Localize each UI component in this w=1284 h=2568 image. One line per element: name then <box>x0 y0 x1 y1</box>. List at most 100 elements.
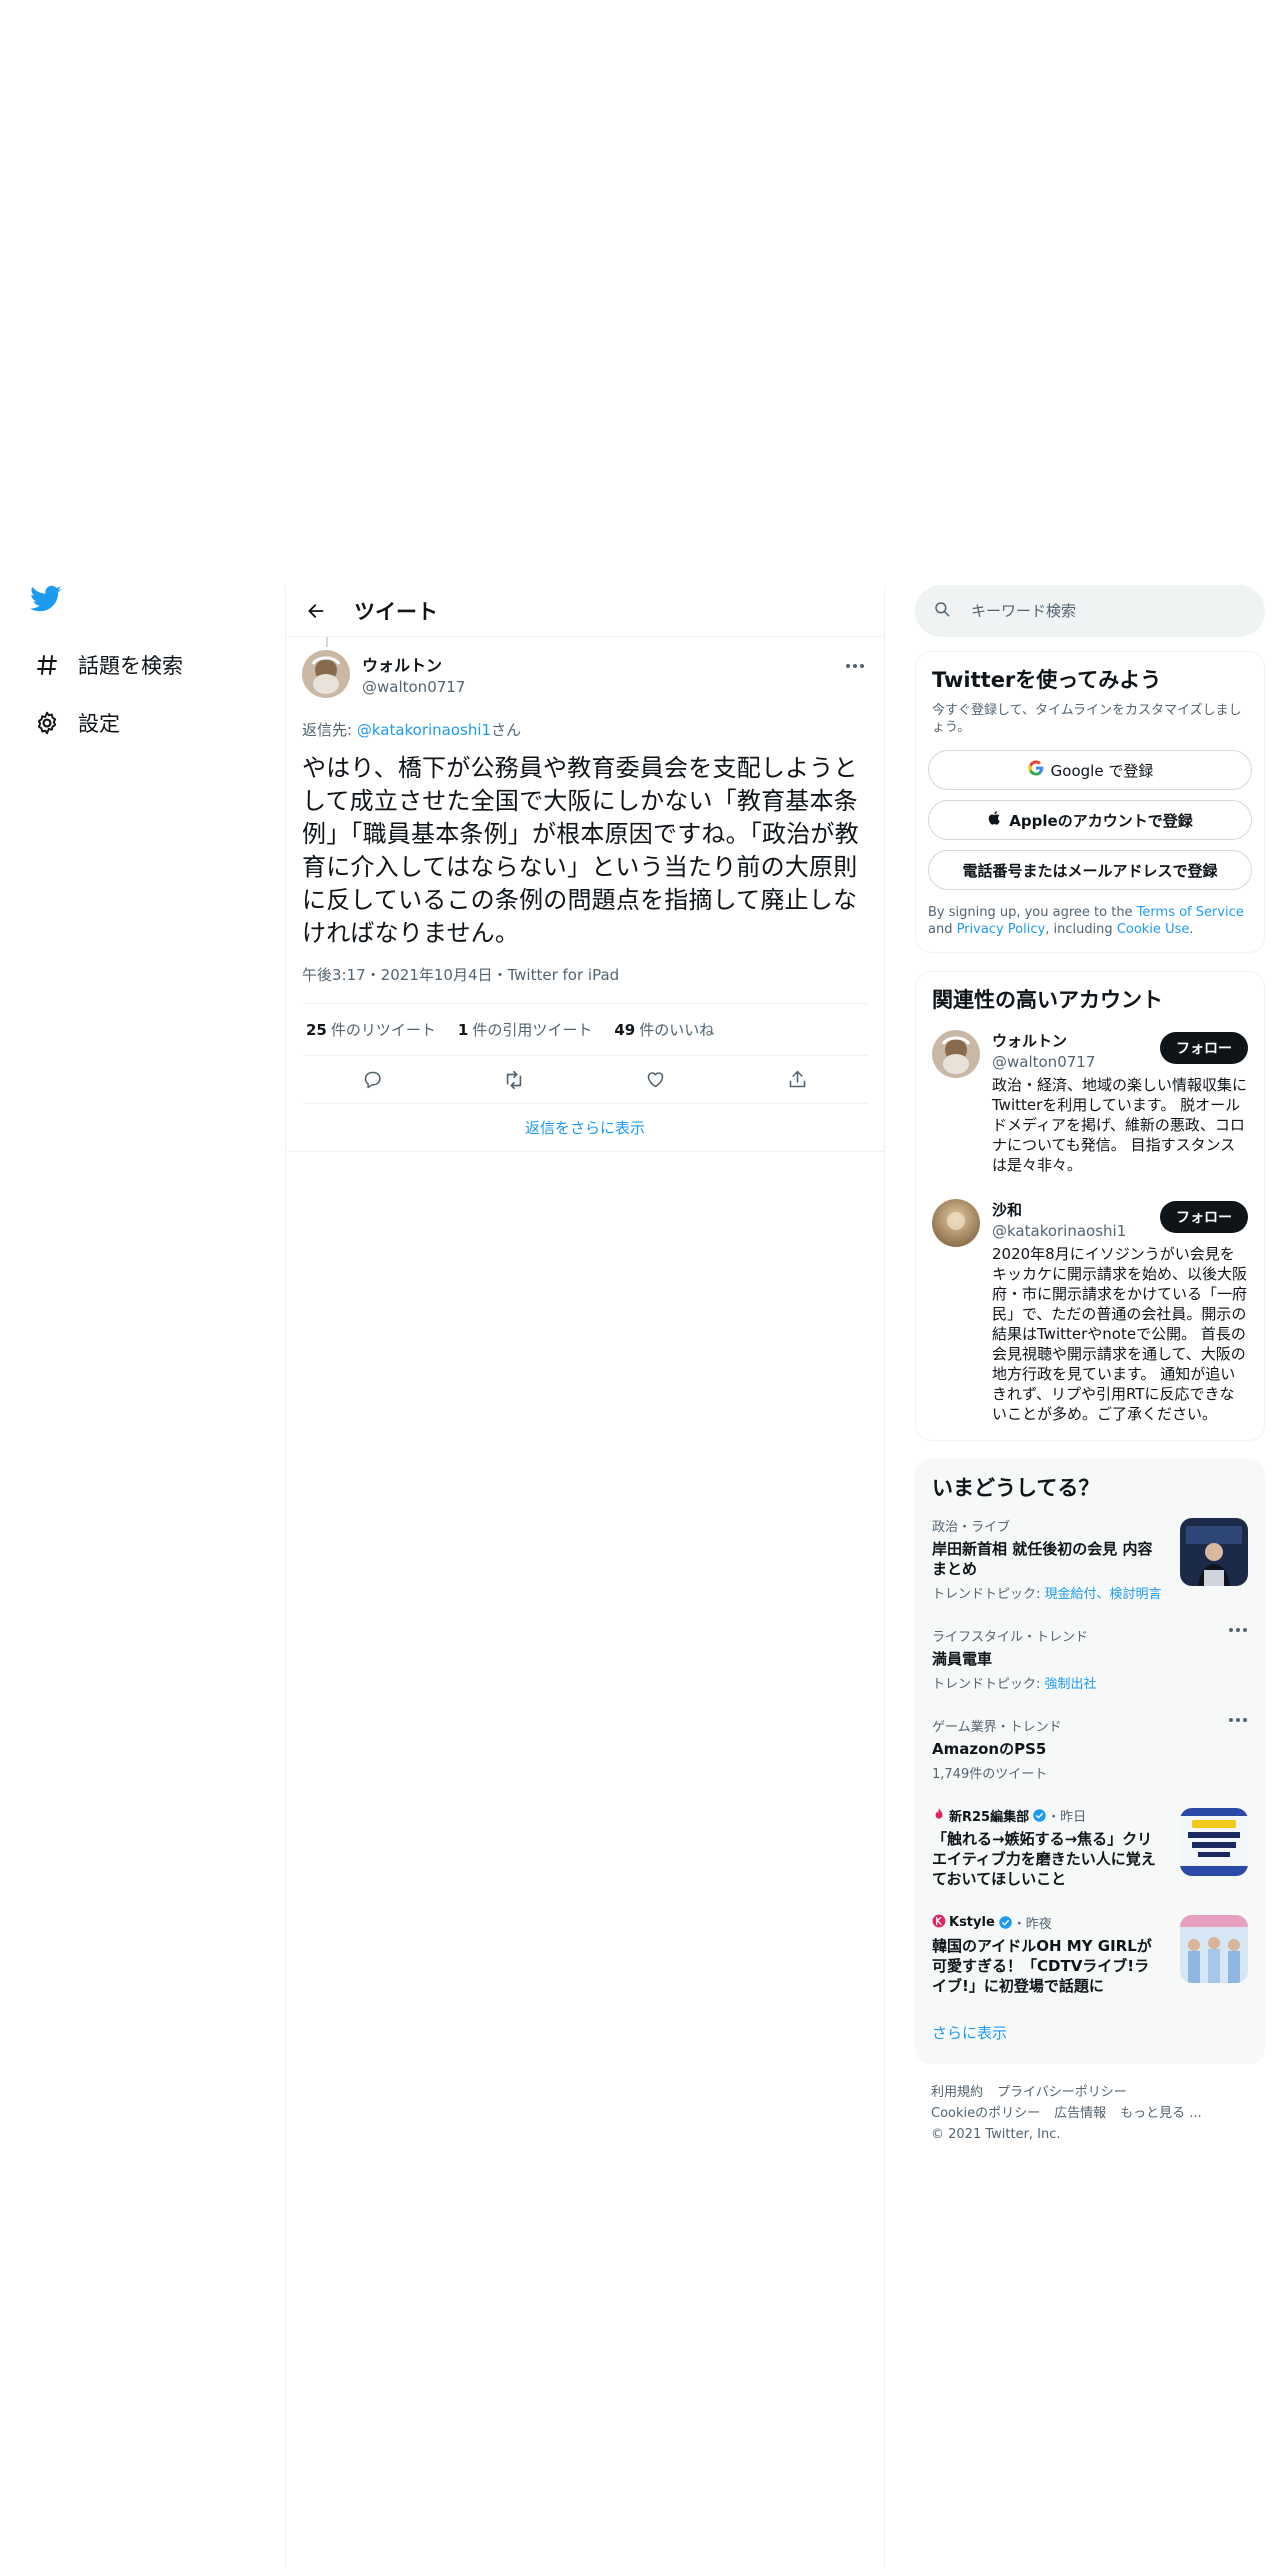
nav-item-settings[interactable]: 設定 <box>30 703 120 743</box>
nav-item-explore[interactable]: 話題を検索 <box>30 645 183 685</box>
trend-more-icon[interactable] <box>1227 1718 1248 1722</box>
google-icon <box>1027 759 1045 781</box>
trend-topics: トレンドトピック: 強制出社 <box>932 1673 1248 1692</box>
r25-logo-icon <box>932 1807 946 1825</box>
avatar[interactable] <box>302 650 350 698</box>
phone-email-signup-button[interactable]: 電話番号またはメールアドレスで登録 <box>928 850 1252 890</box>
apple-signup-label: Appleのアカウントで登録 <box>1009 811 1193 830</box>
tweet-actions <box>302 1056 868 1104</box>
trend-topic-link[interactable]: 現金給付、検討明言 <box>1045 1587 1162 1602</box>
author-handle[interactable]: @walton0717 <box>362 678 465 696</box>
trend-tweet-count: 1,749件のツイート <box>932 1767 1048 1782</box>
footer-more-link[interactable]: もっと見る ... <box>1120 2106 1202 2121</box>
account-item[interactable]: 沙和 @katakorinaoshi1 2020年8月にイソジンうがい会見をキッ… <box>916 1187 1264 1440</box>
related-accounts-title: 関連性の高いアカウント <box>932 988 1163 1012</box>
signup-card: Twitterを使ってみよう 今すぐ登録して、タイムラインをカスタマイズしましょ… <box>915 651 1265 953</box>
terms-text: By signing up, you agree to the <box>928 905 1137 920</box>
trend-topic-link[interactable]: 強制出社 <box>1045 1677 1097 1692</box>
news-time: ・昨日 <box>1047 1810 1087 1825</box>
trend-title: AmazonのPS5 <box>932 1740 1047 1758</box>
trend-context: ライフスタイル・トレンド <box>932 1630 1089 1645</box>
news-item[interactable]: Kstyle ・昨夜 韓国のアイドルOH MY GIRLが可愛すぎる！「CDTV… <box>916 1901 1264 2008</box>
news-thumbnail <box>1180 1808 1248 1876</box>
signup-description: 今すぐ登録して、タイムラインをカスタマイズしましょう。 <box>932 703 1242 735</box>
share-icon[interactable] <box>779 1062 815 1098</box>
quotes-count: 1 <box>457 1021 469 1039</box>
footer-terms-link[interactable]: 利用規約 <box>931 2085 983 2100</box>
tweet-text: やはり、橋下が公務員や教育委員会を支配しようとして成立させた全国で大阪にしかない… <box>302 754 859 947</box>
trend-item[interactable]: ライフスタイル・トレンド 満員電車 トレンドトピック: 強制出社 <box>916 1614 1264 1704</box>
cookie-use-link[interactable]: Cookie Use <box>1117 922 1190 937</box>
gear-icon <box>30 706 64 740</box>
verified-badge-icon <box>998 1915 1013 1930</box>
footer: 利用規約 プライバシーポリシー Cookieのポリシー 広告情報 もっと見る ... … <box>915 2064 1265 2163</box>
trend-item[interactable]: 政治・ライブ 岸田新首相 就任後初の会見 内容まとめ トレンドトピック: 現金給… <box>916 1504 1264 1614</box>
follow-button[interactable]: フォロー <box>1160 1032 1248 1064</box>
trend-more-icon[interactable] <box>1227 1628 1248 1632</box>
retweet-icon[interactable] <box>496 1062 532 1098</box>
avatar[interactable] <box>932 1199 980 1247</box>
reply-to: 返信先: @katakorinaoshi1さん <box>302 719 868 740</box>
trend-topics-prefix: トレンドトピック: <box>932 1677 1045 1692</box>
terms-text: , including <box>1045 922 1117 937</box>
retweets-count: 25 <box>306 1021 327 1039</box>
likes-stat[interactable]: 49 件のいいね <box>614 1019 714 1040</box>
signup-title: Twitterを使ってみよう <box>932 668 1162 692</box>
nav-item-label: 設定 <box>78 712 120 736</box>
terms-text: and <box>928 922 957 937</box>
search-bar[interactable] <box>915 585 1265 637</box>
author-name[interactable]: ウォルトン <box>362 652 465 676</box>
apple-icon <box>987 809 1003 831</box>
account-item[interactable]: ウォルトン @walton0717 政治・経済、地域の楽しい情報収集にTwitt… <box>916 1018 1264 1187</box>
retweets-label: 件のリツイート <box>330 1021 436 1039</box>
quotes-label: 件の引用ツイート <box>472 1021 593 1039</box>
search-icon <box>933 600 951 622</box>
news-thumbnail <box>1180 1915 1248 1983</box>
news-source-name: 新R25編集部 <box>949 1810 1030 1825</box>
page-header: ツイート <box>286 585 884 637</box>
reply-suffix: さん <box>491 721 522 739</box>
twitter-logo-icon[interactable] <box>30 585 66 621</box>
thread-line <box>326 637 328 647</box>
account-bio: 2020年8月にイソジンうがい会見をキッカケに開示請求を始め、以後大阪府・市に開… <box>992 1245 1248 1423</box>
phone-email-signup-label: 電話番号またはメールアドレスで登録 <box>962 861 1218 880</box>
trend-title: 満員電車 <box>932 1650 993 1668</box>
news-item[interactable]: 新R25編集部 ・昨日 「触れる→嫉妬する→焦る」クリエイティブ力を磨きたい人に… <box>916 1794 1264 1901</box>
retweets-stat[interactable]: 25 件のリツイート <box>306 1019 436 1040</box>
footer-cookie-link[interactable]: Cookieのポリシー <box>931 2106 1040 2121</box>
reply-handle-link[interactable]: @katakorinaoshi1 <box>357 721 491 739</box>
avatar[interactable] <box>932 1030 980 1078</box>
main-column: ツイート ウォルトン @walton0717 返信先: @katakorinao… <box>285 585 885 2568</box>
more-options-icon[interactable] <box>842 653 868 679</box>
privacy-policy-link[interactable]: Privacy Policy <box>957 922 1046 937</box>
terms-of-service-link[interactable]: Terms of Service <box>1137 905 1244 920</box>
like-heart-icon[interactable] <box>638 1062 674 1098</box>
page-title: ツイート <box>354 599 438 624</box>
trend-context: ゲーム業界・トレンド <box>932 1720 1062 1735</box>
apple-signup-button[interactable]: Appleのアカウントで登録 <box>928 800 1252 840</box>
hashtag-icon <box>30 648 64 682</box>
news-source-name: Kstyle <box>949 1915 995 1930</box>
trends-title: いまどうしてる？ <box>932 1476 1100 1500</box>
follow-button[interactable]: フォロー <box>1160 1201 1248 1233</box>
trends-show-more-link[interactable]: さらに表示 <box>916 2008 1264 2063</box>
trend-thumbnail <box>1180 1518 1248 1586</box>
trends-card: いまどうしてる？ 政治・ライブ 岸田新首相 就任後初の会見 内容まとめ トレンド… <box>915 1459 1265 2064</box>
likes-label: 件のいいね <box>639 1021 715 1039</box>
footer-privacy-link[interactable]: プライバシーポリシー <box>997 2085 1127 2100</box>
news-time: ・昨夜 <box>1012 1917 1052 1932</box>
tweet-author[interactable]: ウォルトン @walton0717 <box>302 649 868 699</box>
tweet-timestamp[interactable]: 午後3:17・2021年10月4日・Twitter for iPad <box>302 964 868 1004</box>
back-arrow-icon[interactable] <box>298 593 334 629</box>
reply-icon[interactable] <box>355 1062 391 1098</box>
footer-ads-link[interactable]: 広告情報 <box>1054 2106 1106 2121</box>
search-input[interactable] <box>969 601 1229 621</box>
google-signup-button[interactable]: Google で登録 <box>928 750 1252 790</box>
account-bio: 政治・経済、地域の楽しい情報収集にTwitterを利用しています。 脱オールドメ… <box>992 1076 1248 1174</box>
trend-item[interactable]: ゲーム業界・トレンド AmazonのPS5 1,749件のツイート <box>916 1704 1264 1794</box>
show-more-replies-link[interactable]: 返信をさらに表示 <box>286 1104 884 1152</box>
quotes-stat[interactable]: 1 件の引用ツイート <box>458 1019 592 1040</box>
tweet-stats: 25 件のリツイート 1 件の引用ツイート 49 件のいいね <box>302 1004 868 1056</box>
terms-text: . <box>1189 922 1194 937</box>
right-sidebar: Twitterを使ってみよう 今すぐ登録して、タイムラインをカスタマイズしましょ… <box>915 585 1265 2163</box>
